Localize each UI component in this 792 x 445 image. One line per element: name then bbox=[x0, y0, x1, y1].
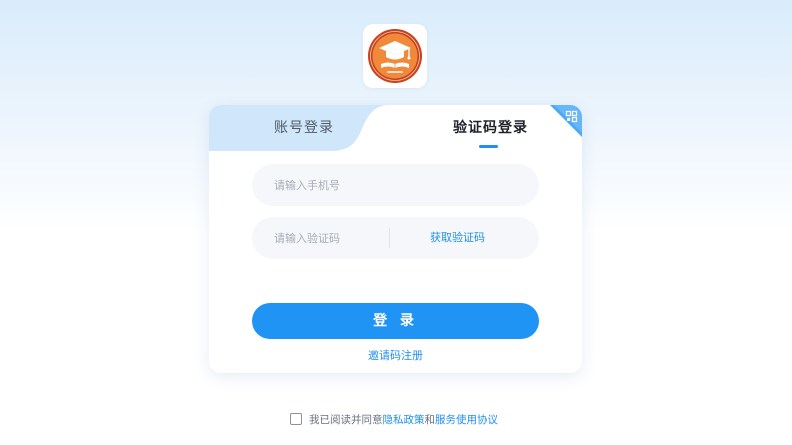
phone-field bbox=[252, 164, 539, 206]
phone-input[interactable] bbox=[274, 164, 524, 206]
invite-register-link[interactable]: 邀请码注册 bbox=[368, 349, 423, 362]
login-button[interactable]: 登 录 bbox=[252, 303, 539, 339]
active-tab-indicator bbox=[479, 145, 498, 148]
get-code-button[interactable]: 获取验证码 bbox=[430, 228, 485, 248]
invite-register-row: 邀请码注册 bbox=[209, 348, 582, 364]
verification-code-field: 获取验证码 bbox=[252, 217, 539, 259]
agreement-prefix-text: 我已阅读并同意 bbox=[309, 413, 383, 426]
tab-code-login[interactable]: 验证码登录 bbox=[453, 118, 528, 138]
tab-account-login[interactable]: 账号登录 bbox=[274, 118, 334, 138]
login-card: 账号登录 验证码登录 获取验证码 登 录 邀请码注册 bbox=[209, 105, 582, 373]
terms-of-service-link[interactable]: 服务使用协议 bbox=[435, 412, 498, 427]
qr-login-toggle[interactable] bbox=[550, 105, 582, 137]
agreement-row: 我已阅读并同意 隐私政策 和 服务使用协议 bbox=[290, 411, 498, 427]
field-divider bbox=[389, 228, 390, 248]
app-logo bbox=[363, 24, 427, 88]
agreement-checkbox[interactable] bbox=[290, 413, 302, 425]
qr-code-icon bbox=[550, 105, 582, 137]
agreement-and-text: 和 bbox=[424, 413, 436, 426]
privacy-policy-link[interactable]: 隐私政策 bbox=[383, 412, 425, 427]
verification-code-input[interactable] bbox=[274, 217, 384, 259]
graduation-cap-emblem-icon bbox=[368, 29, 422, 83]
